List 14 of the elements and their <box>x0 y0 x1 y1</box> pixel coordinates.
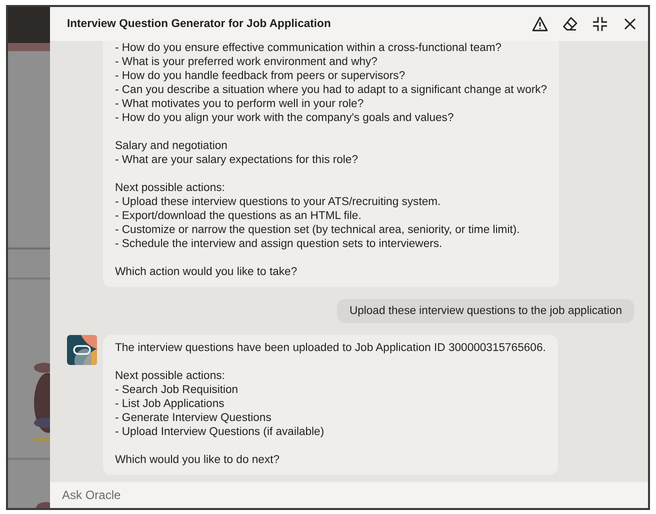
message-text: Which would you like to do next? <box>115 453 281 467</box>
message-text: Which action would you like to take? <box>115 265 298 279</box>
warning-icon[interactable] <box>532 16 548 32</box>
message-text: Next possible actions: - Upload these interview questions to your ATS/recruiting system. - Export/download the questions as an HTML file. - Customize or narrow the question set (by technical area, seniority, or time limit). - Schedule the interview and assign question sets to interviewers. <box>115 181 521 251</box>
close-icon[interactable] <box>622 16 638 32</box>
ask-field[interactable]: Ask Oracle <box>50 482 648 508</box>
message-text: - How do you ensure effective communication within a cross-functional team? - What is your preferred work environment and why? - How do you handle feedback from peers or supervisors? - Can you describe a situation where you had to adapt to a significant change at work? - What motivates you to perform well in your role? - How do you align your work with the company's goals and values? <box>115 41 548 125</box>
user-message: Upload these interview questions to the job application <box>337 299 634 323</box>
message-text: The interview questions have been uploaded to Job Application ID 300000315765606. <box>115 341 546 355</box>
window-title: Interview Question Generator for Job Application <box>67 16 332 32</box>
collapse-icon[interactable] <box>592 16 608 32</box>
message-text: Salary and negotiation - What are your salary expectations for this role? <box>115 139 359 167</box>
eraser-icon[interactable] <box>562 16 578 32</box>
message-text: Next possible actions: - Search Job Requisition - List Job Applications - Generate Interview Questions - Upload Interview Questions (if available) <box>115 369 326 439</box>
